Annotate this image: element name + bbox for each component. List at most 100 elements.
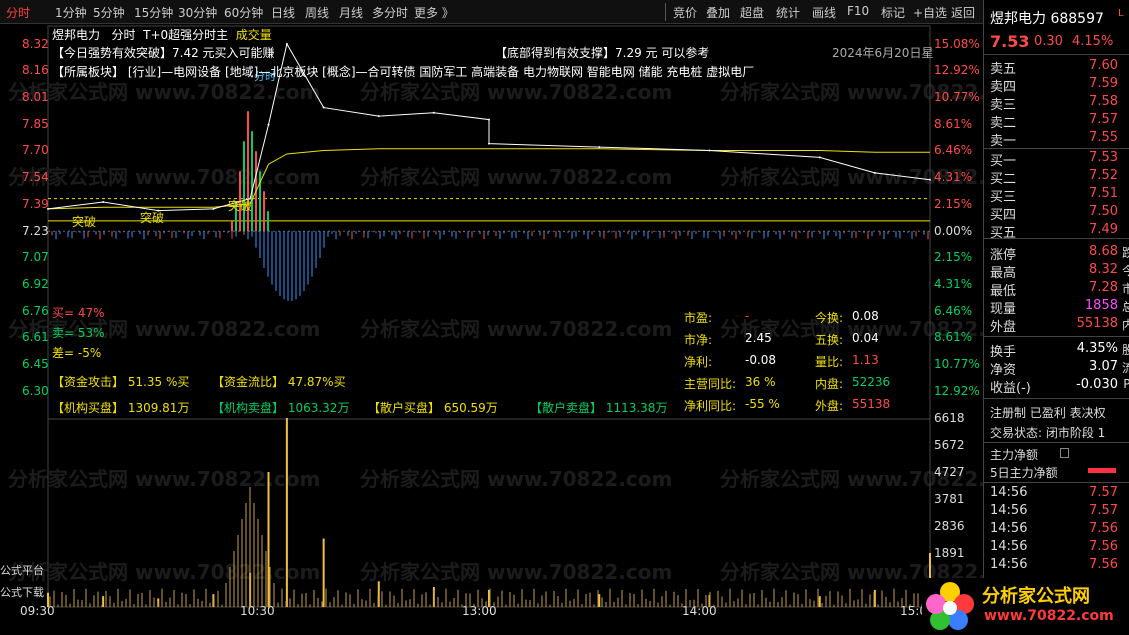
site-logo: 分析家公式网 www.70822.com <box>922 578 1129 635</box>
price-tick-left: 6.76 <box>22 304 49 318</box>
price-tick-left: 7.23 <box>22 224 49 238</box>
period-tab-10[interactable]: 更多 》 <box>414 4 454 21</box>
tick-time: 14:56 <box>990 521 1028 536</box>
period-tab-9[interactable]: 多分时 <box>372 4 408 21</box>
stat-label: 五换: <box>815 333 844 347</box>
bid-price: 7.50 <box>1089 204 1118 219</box>
tick-row: 14:56 7.57 <box>990 503 1129 521</box>
period-tab-0[interactable]: 分时 <box>6 4 30 21</box>
stat-label: 主营同比: <box>684 377 737 391</box>
bid-price: 7.49 <box>1089 222 1118 237</box>
tool-button-0[interactable]: 竞价 <box>673 4 697 21</box>
ask-label: 卖五 <box>990 62 1017 77</box>
info-extra: 跌 <box>1121 246 1129 260</box>
tool-button-3[interactable]: 统计 <box>776 4 800 21</box>
formula-download-link[interactable]: 公式下载 <box>0 584 44 600</box>
chart-date: 2024年6月20日星 <box>832 46 934 60</box>
info-extra: 市 <box>1121 282 1129 296</box>
tick-row: 14:56 7.56 <box>990 539 1129 557</box>
info-label: 涨停 <box>990 248 1017 263</box>
period-tab-2[interactable]: 5分钟 <box>93 4 125 21</box>
time-tick: 09:30 <box>20 604 55 618</box>
bid-level[interactable]: 买一 7.53 <box>990 150 1129 169</box>
retail-buy: 【散户买盘】 650.59万 <box>368 401 498 415</box>
tool-button-2[interactable]: 超盘 <box>740 4 764 21</box>
watermark-10: 分析家公式网 www.70822.com <box>360 467 672 491</box>
bid-level[interactable]: 买四 7.50 <box>990 204 1129 223</box>
price-tick-left: 7.70 <box>22 143 49 157</box>
bid-level[interactable]: 买二 7.52 <box>990 168 1129 187</box>
price-tick-left: 6.61 <box>22 330 49 344</box>
bid-label: 买三 <box>990 190 1017 205</box>
period-tab-1[interactable]: 1分钟 <box>55 4 87 21</box>
ask-level[interactable]: 卖三 7.58 <box>990 94 1129 113</box>
tick-price: 7.57 <box>1089 485 1118 500</box>
info-value: 1858 <box>1084 298 1118 313</box>
price-tick-left: 8.16 <box>22 63 49 77</box>
ask-level[interactable]: 卖五 7.60 <box>990 58 1129 77</box>
ask-level[interactable]: 卖一 7.55 <box>990 130 1129 149</box>
bid-label: 买一 <box>990 154 1017 169</box>
period-tab-8[interactable]: 月线 <box>339 4 363 21</box>
price-tick-right: 15.08% <box>934 37 980 51</box>
price-tick-right: 12.92% <box>934 384 980 398</box>
stat-value: 0.04 <box>852 331 879 345</box>
price-tick-left: 8.01 <box>22 90 49 104</box>
registration-info: 注册制 已盈利 表决权 <box>990 406 1106 420</box>
ask-label: 卖一 <box>990 134 1017 149</box>
bid-level[interactable]: 买三 7.51 <box>990 186 1129 205</box>
price-point <box>873 171 876 174</box>
volume-tick: 5672 <box>934 438 965 452</box>
period-tab-6[interactable]: 日线 <box>271 4 295 21</box>
intraday-chart[interactable]: 分析家公式网 www.70822.com 分析家公式网 www.70822.com… <box>0 24 983 635</box>
info-label: 外盘 <box>990 320 1017 335</box>
inst-sell: 【机构卖盘】 1063.32万 <box>212 401 350 415</box>
quote-info-row: 最低 7.28 市 <box>990 280 1129 299</box>
volume-tick: 4727 <box>934 465 965 479</box>
info-label: 净资 <box>990 363 1017 378</box>
tool-button-6[interactable]: 标记 <box>881 4 905 21</box>
tool-button-4[interactable]: 画线 <box>812 4 836 21</box>
retail-sell: 【散户卖盘】 1113.38万 <box>530 401 668 415</box>
period-tab-7[interactable]: 周线 <box>305 4 329 21</box>
quote-info-row: 现量 1858 总 <box>990 298 1129 317</box>
ask-level[interactable]: 卖二 7.57 <box>990 112 1129 131</box>
buy-ratio: 买= 47% <box>52 306 105 320</box>
period-tab-3[interactable]: 15分钟 <box>134 4 173 21</box>
main-net5-label: 5日主力净额 <box>990 466 1058 480</box>
price-tick-left: 6.92 <box>22 277 49 291</box>
price-tick-left: 8.32 <box>22 37 49 51</box>
info-extra: 今 <box>1121 264 1129 278</box>
price-point <box>432 111 435 114</box>
ask-price: 7.58 <box>1089 94 1118 109</box>
period-tab-4[interactable]: 30分钟 <box>178 4 217 21</box>
info-value: 8.32 <box>1089 262 1118 277</box>
capital-attack: 【资金攻击】 51.35 %买 <box>52 375 190 389</box>
ask-label: 卖二 <box>990 116 1017 131</box>
period-tab-5[interactable]: 60分钟 <box>224 4 263 21</box>
tick-price: 7.56 <box>1089 557 1118 572</box>
tool-button-8[interactable]: 返回 <box>951 4 975 21</box>
quote-info-row: 外盘 55138 内 <box>990 316 1129 335</box>
stat-value: 55138 <box>852 397 891 411</box>
stat-label: 市盈: <box>684 311 713 325</box>
stat-label: 量比: <box>815 355 844 369</box>
tool-button-5[interactable]: F10 <box>847 4 869 18</box>
tool-button-1[interactable]: 叠加 <box>706 4 730 21</box>
chart-mode: 分时 <box>111 28 136 42</box>
info-label: 换手 <box>990 345 1017 360</box>
side-stock-name: 煜邦电力 688597 <box>990 11 1104 27</box>
tick-price: 7.56 <box>1089 521 1118 536</box>
formula-platform-link[interactable]: 公式平台 <box>0 562 44 578</box>
tool-button-7[interactable]: +自选 <box>913 4 947 21</box>
quote-panel: 煜邦电力 688597 L 7.53 0.30 4.15% 卖五 7.60 卖四 7.… <box>983 0 1129 635</box>
indicator-name: T+0超强分时主 <box>143 28 229 42</box>
price-point <box>488 118 490 121</box>
ask-level[interactable]: 卖四 7.59 <box>990 76 1129 95</box>
breakout-label: 突破 <box>140 210 164 225</box>
diff-ratio: 差= -5% <box>52 346 102 360</box>
watermark-4: 分析家公式网 www.70822.com <box>360 165 672 189</box>
bid-label: 买四 <box>990 208 1017 223</box>
price-tick-left: 7.07 <box>22 250 49 264</box>
main-net-icon[interactable] <box>1060 448 1069 458</box>
